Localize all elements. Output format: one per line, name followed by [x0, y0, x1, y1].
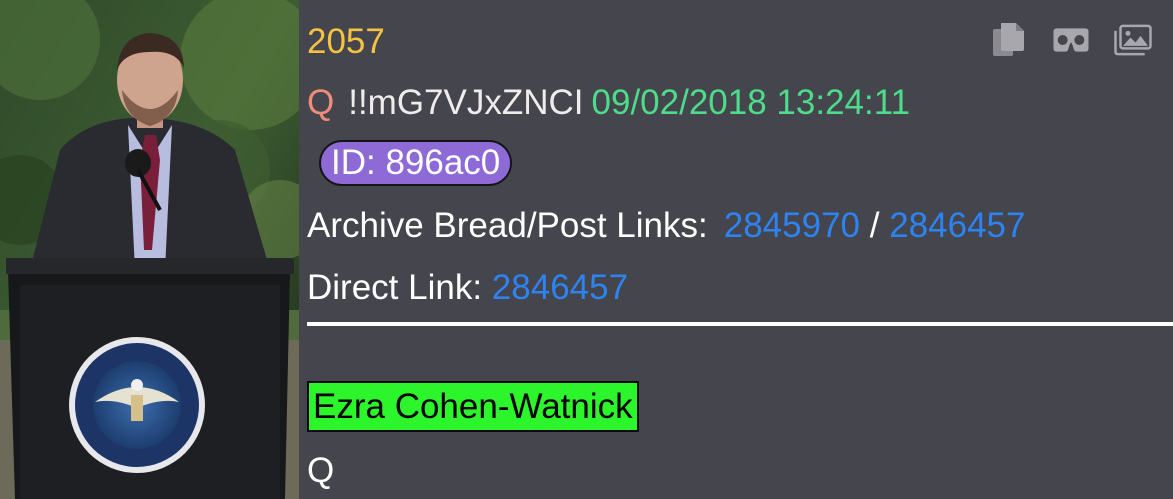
tripcode: !!mG7VJxZNCI — [348, 83, 584, 122]
archive-post-link[interactable]: 2846457 — [889, 206, 1025, 245]
post-timestamp: 09/02/2018 13:24:11 — [591, 83, 911, 122]
post-divider — [307, 322, 1173, 326]
podium-speaker-photo — [0, 0, 299, 499]
post-toolbar — [989, 20, 1153, 60]
post-signature: Q — [307, 451, 335, 490]
direct-link-row: Direct Link: 2846457 — [307, 270, 628, 305]
archive-links-row: Archive Bread/Post Links: 2845970 / 28464… — [307, 208, 1025, 243]
post-image — [0, 0, 299, 499]
image-gallery-icon[interactable] — [1113, 20, 1153, 60]
copy-icon[interactable] — [989, 20, 1029, 60]
author-row: Q !!mG7VJxZNCI 09/02/2018 13:24:11 — [307, 85, 910, 120]
direct-link-label: Direct Link: — [307, 268, 483, 307]
archive-links-label: Archive Bread/Post Links: — [307, 206, 708, 245]
post-panel: 2057 Q !!mG7VJxZNCI 09/02/2018 13:24:11 ID… — [299, 0, 1173, 499]
highlighted-name: Ezra Cohen-Watnick — [307, 381, 639, 432]
direct-link[interactable]: 2846457 — [492, 268, 628, 307]
author-name: Q — [307, 83, 335, 122]
archive-bread-link[interactable]: 2845970 — [724, 206, 860, 245]
archive-link-separator: / — [869, 206, 880, 245]
poster-id-badge[interactable]: ID: 896ac0 — [319, 140, 513, 186]
vr-goggles-icon[interactable] — [1051, 20, 1091, 60]
post-number[interactable]: 2057 — [307, 24, 385, 59]
